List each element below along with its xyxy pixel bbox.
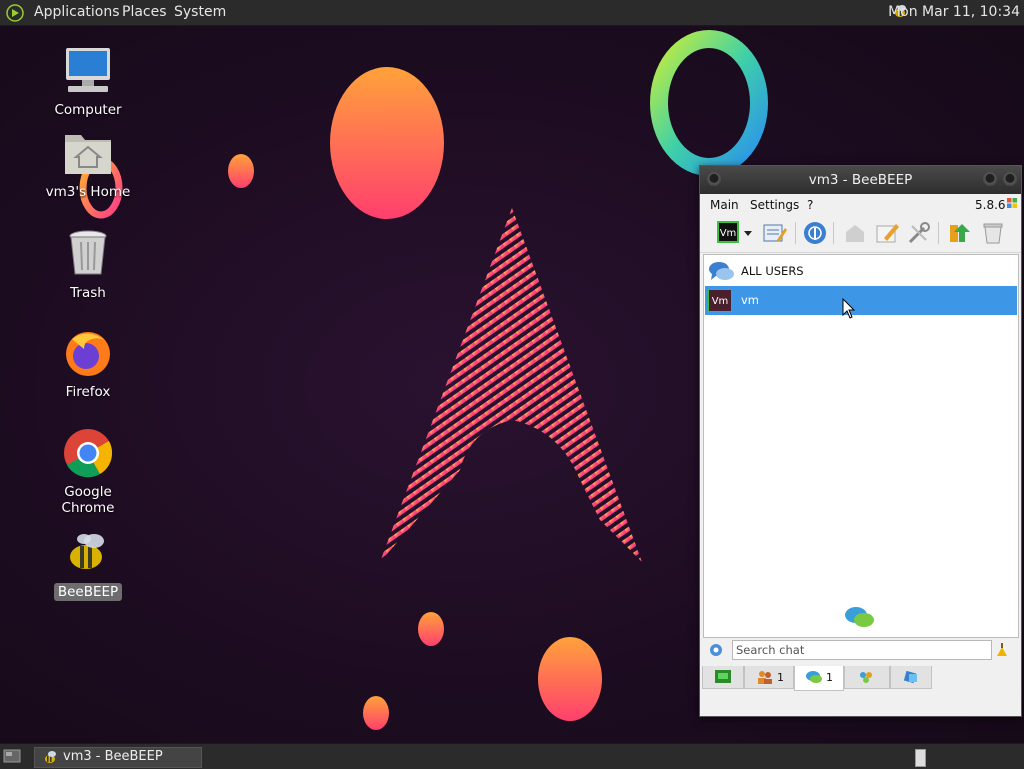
toolbar-separator (938, 222, 939, 244)
chats-icon (806, 670, 822, 687)
bottom-panel: vm3 - BeeBEEP (0, 743, 1024, 769)
desktop-icon-label: Computer (54, 102, 122, 118)
list-item-label: ALL USERS (741, 264, 804, 278)
desktop-icon-google-chrome[interactable]: Google Chrome (33, 427, 143, 517)
screen-icon (715, 670, 731, 686)
computer-icon (62, 45, 114, 97)
menu-help[interactable]: ? (807, 198, 813, 212)
desktop-icon-trash[interactable]: Trash (33, 228, 143, 302)
transfer-icon[interactable] (947, 220, 973, 246)
menubar: Main Settings ? 5.8.6 (700, 194, 1021, 214)
bottom-tabs: 1 1 (700, 666, 1021, 692)
window-title: vm3 - BeeBEEP (808, 172, 913, 188)
windows-flag-icon (1006, 197, 1018, 209)
clock[interactable]: Mon Mar 11, 10:34 (888, 4, 1020, 20)
chat-bubbles-icon (708, 260, 736, 282)
bee-icon (42, 750, 58, 765)
home-icon[interactable] (842, 220, 868, 246)
taskbar-item-beebeep[interactable]: vm3 - BeeBEEP (34, 747, 202, 768)
tab-groups[interactable] (844, 666, 890, 689)
desktop-icon-computer[interactable]: Computer (33, 45, 143, 119)
desktop-icon-firefox[interactable]: Firefox (33, 327, 143, 401)
gear-icon[interactable] (709, 643, 723, 657)
desktop-icon-label: Firefox (65, 384, 111, 400)
toolbar-separator (795, 222, 796, 244)
desktop-icon-label: vm3's Home (45, 184, 131, 200)
edit-profile-icon[interactable] (761, 220, 787, 246)
menu-places[interactable]: Places (122, 4, 167, 20)
gnome-foot-icon[interactable] (6, 4, 24, 22)
shares-icon (903, 670, 919, 687)
workspace-switcher[interactable] (915, 749, 926, 767)
menu-main[interactable]: Main (710, 198, 739, 212)
toolbar: Vm (700, 214, 1021, 253)
list-item-label: vm (741, 293, 760, 307)
search-input[interactable] (732, 640, 992, 660)
desktop-icon-label: Trash (70, 285, 106, 301)
tab-chats[interactable]: 1 (794, 666, 844, 691)
home-folder-icon (62, 127, 114, 179)
list-item-all-users[interactable]: ALL USERS (705, 257, 1017, 286)
maximize-button[interactable] (1003, 172, 1017, 186)
desktop-icon-home[interactable]: vm3's Home (33, 127, 143, 201)
taskbar-item-label: vm3 - BeeBEEP (63, 749, 163, 764)
menu-system[interactable]: System (174, 4, 226, 20)
beebeep-window: vm3 - BeeBEEP Main Settings ? 5.8.6 Vm A… (699, 165, 1022, 717)
tab-shares[interactable] (890, 666, 932, 689)
toolbar-separator (833, 222, 834, 244)
desktop-icon-label: BeeBEEP (53, 583, 123, 601)
tools-icon[interactable] (906, 220, 932, 246)
pencil-icon[interactable] (874, 220, 900, 246)
desktop-icon-beebeep[interactable]: BeeBEEP (33, 527, 143, 601)
groups-icon (858, 670, 874, 687)
tab-count: 1 (826, 671, 833, 684)
clear-icon[interactable] (980, 220, 1006, 246)
bee-icon (62, 527, 114, 579)
chrome-icon (62, 427, 114, 479)
network-icon[interactable] (802, 220, 828, 246)
tab-users[interactable]: 1 (744, 666, 794, 689)
tab-screen[interactable] (702, 666, 744, 689)
version-label: 5.8.6 (975, 198, 1006, 212)
user-avatar: Vm (708, 289, 732, 312)
firefox-icon (62, 327, 114, 379)
desktop-icon-label: Google Chrome (61, 484, 115, 516)
mouse-pointer-icon (842, 297, 856, 324)
search-bar (700, 638, 1021, 664)
show-desktop-icon[interactable] (3, 748, 21, 764)
window-menu-button[interactable] (707, 172, 721, 186)
minimize-button[interactable] (983, 172, 997, 186)
chat-bubbles-icon (844, 605, 876, 631)
clear-search-icon[interactable] (994, 642, 1010, 658)
tab-count: 1 (777, 671, 784, 684)
user-list: ALL USERS Vm vm (703, 254, 1019, 638)
top-panel: Applications Places System Mon Mar 11, 1… (0, 0, 1024, 26)
users-icon (757, 670, 773, 687)
window-titlebar[interactable]: vm3 - BeeBEEP (700, 166, 1021, 194)
list-item-user[interactable]: Vm vm (705, 286, 1017, 315)
trash-icon (62, 228, 114, 280)
chevron-down-icon[interactable] (743, 227, 753, 237)
status-avatar-button[interactable]: Vm (717, 221, 739, 243)
menu-applications[interactable]: Applications (34, 4, 120, 20)
menu-settings[interactable]: Settings (750, 198, 799, 212)
